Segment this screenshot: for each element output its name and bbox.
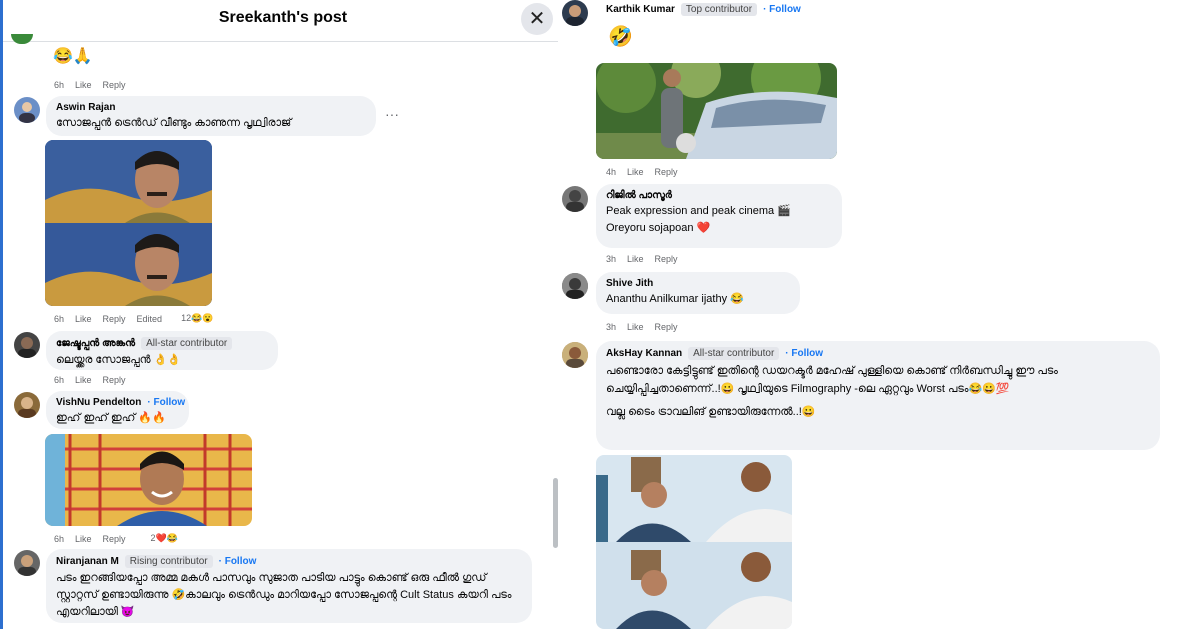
comment-time: 3h <box>606 322 617 332</box>
comment-time: 6h <box>54 375 65 385</box>
meme-image <box>596 455 792 629</box>
comment-emoji: 😂🙏 <box>53 48 93 65</box>
comment-bubble: Niranjanan M Rising contributor · Follow… <box>46 549 532 623</box>
reaction-count[interactable]: 2❤️😂 <box>151 533 178 544</box>
avatar-image <box>566 190 584 212</box>
avatar-image <box>19 102 35 123</box>
commenter-name[interactable]: AksHay Kannan <box>606 348 682 359</box>
avatar-image <box>566 5 584 26</box>
comment-actions: 6h Like Reply 2❤️😂 <box>54 533 178 544</box>
reply-link[interactable]: Reply <box>103 314 126 324</box>
contributor-badge: All-star contributor <box>141 337 233 350</box>
commenter-name[interactable]: റിജിൽ പാസൂർ <box>606 190 672 201</box>
comment-text: Ananthu Anilkumar ijathy 😂 <box>606 293 744 305</box>
follow-link[interactable]: · Follow <box>785 348 823 359</box>
comment-image[interactable] <box>596 63 837 159</box>
avatar[interactable] <box>14 550 40 576</box>
comment-time: 3h <box>606 254 617 264</box>
comment-text: സോജപ്പൻ ട്രെൻഡ് വീണ്ടും കാണുന്ന പൃഥ്വിരാ… <box>56 117 292 129</box>
like-link[interactable]: Like <box>627 254 644 264</box>
meme-image <box>45 434 252 526</box>
commenter-name[interactable]: Karthik Kumar <box>606 4 675 15</box>
commenter-name[interactable]: Aswin Rajan <box>56 102 115 113</box>
comment-actions: 4h Like Reply <box>606 167 678 177</box>
page-title: Sreekanth's post <box>218 9 348 26</box>
reaction-count[interactable]: 12😂😮 <box>181 313 213 324</box>
comment-text: പണ്ടൊരോ കേട്ടിട്ടുണ്ട് ഇതിന്റെ ഡയറക്ടർ മ… <box>606 365 1058 395</box>
comment-text: ഇഹ് ഇഹ് ഇഹ് 🔥🔥 <box>56 412 166 424</box>
follow-link[interactable]: · Follow <box>147 397 185 408</box>
comment-time: 4h <box>606 167 617 177</box>
follow-link[interactable]: · Follow <box>219 556 257 567</box>
contributor-badge: Top contributor <box>680 3 758 16</box>
comment-actions: 6h Like Reply <box>54 80 126 90</box>
like-link[interactable]: Like <box>75 375 92 385</box>
avatar[interactable] <box>14 392 40 418</box>
contributor-badge: All-star contributor <box>688 347 780 360</box>
like-link[interactable]: Like <box>627 167 644 177</box>
avatar[interactable] <box>562 273 588 299</box>
comment-bubble: AksHay Kannan All-star contributor · Fol… <box>596 341 1160 450</box>
comment-text: Peak expression and peak cinema 🎬 <box>606 205 791 217</box>
commenter-name[interactable]: ജേഷ്ടപ്പൻ അങ്കൻ <box>56 338 135 349</box>
reply-link[interactable]: Reply <box>103 375 126 385</box>
comment-image[interactable] <box>596 455 792 629</box>
avatar[interactable] <box>14 332 40 358</box>
post-comments-panel: Sreekanth's post ✕ 😂🙏 6h Like Reply Aswi… <box>0 0 558 629</box>
reply-link[interactable]: Reply <box>655 167 678 177</box>
reply-link[interactable]: Reply <box>655 322 678 332</box>
like-link[interactable]: Like <box>75 534 92 544</box>
meme-image <box>45 140 212 306</box>
comment-header: Karthik Kumar Top contributor · Follow <box>606 3 801 16</box>
contributor-badge: Rising contributor <box>124 555 213 568</box>
meme-image <box>596 63 837 159</box>
comment-text: ലെയ്ക്കര സോജപ്പൻ 👌👌 <box>56 354 182 366</box>
avatar-image <box>18 397 36 418</box>
comment-actions: 3h Like Reply <box>606 254 678 264</box>
comment-bubble: റിജിൽ പാസൂർ Peak expression and peak cin… <box>596 184 842 248</box>
follow-link[interactable]: · Follow <box>763 4 801 15</box>
comment-text: പടം ഇറങ്ങിയപ്പോ അമ്മ മകൾ പാസവും സുജാത പാ… <box>56 572 512 618</box>
close-button[interactable]: ✕ <box>521 3 553 35</box>
commenter-name[interactable]: Shive Jith <box>606 278 653 289</box>
more-options-icon[interactable]: ··· <box>385 106 399 122</box>
comment-bubble: ജേഷ്ടപ്പൻ അങ്കൻ All-star contributor ലെയ… <box>46 331 278 370</box>
avatar[interactable] <box>11 34 33 44</box>
post-header: Sreekanth's post ✕ <box>3 0 558 42</box>
like-link[interactable]: Like <box>75 80 92 90</box>
reply-link[interactable]: Reply <box>103 534 126 544</box>
comment-actions: 6h Like Reply <box>54 375 126 385</box>
comment-text: Oreyoru sojapoan ❤️ <box>606 222 711 234</box>
comment-emoji: 🤣 <box>608 26 633 48</box>
reply-link[interactable]: Reply <box>655 254 678 264</box>
comment-image[interactable] <box>45 140 212 306</box>
avatar-image <box>18 337 36 358</box>
comment-time: 6h <box>54 80 65 90</box>
commenter-name[interactable]: VishNu Pendelton <box>56 397 141 408</box>
avatar-image <box>562 342 588 368</box>
comment-image[interactable] <box>45 434 252 526</box>
reply-link[interactable]: Reply <box>103 80 126 90</box>
comments-continued-panel: Karthik Kumar Top contributor · Follow 🤣… <box>558 0 1200 629</box>
screenshot-root: Sreekanth's post ✕ 😂🙏 6h Like Reply Aswi… <box>0 0 1200 629</box>
comment-time: 6h <box>54 533 65 544</box>
comment-bubble: Shive Jith Ananthu Anilkumar ijathy 😂 <box>596 272 800 314</box>
close-icon: ✕ <box>528 8 546 30</box>
comment-text: വല്ല ടൈം ട്രാവലിങ് ഉണ്ടായിരുന്നേൽ..!😀 <box>606 406 816 418</box>
like-link[interactable]: Like <box>627 322 644 332</box>
avatar[interactable] <box>562 0 588 26</box>
avatar[interactable] <box>14 97 40 123</box>
avatar-image <box>18 555 36 576</box>
commenter-name[interactable]: Niranjanan M <box>56 556 119 567</box>
comment-time: 6h <box>54 313 65 324</box>
avatar[interactable] <box>562 186 588 212</box>
comment-actions: 3h Like Reply <box>606 322 678 332</box>
comment-bubble: Aswin Rajan സോജപ്പൻ ട്രെൻഡ് വീണ്ടും കാണു… <box>46 96 376 136</box>
comment-bubble: VishNu Pendelton · Follow ഇഹ് ഇഹ് ഇഹ് 🔥🔥 <box>46 391 189 429</box>
avatar[interactable] <box>562 342 588 368</box>
avatar-image <box>562 273 588 299</box>
edited-label: Edited <box>136 313 163 324</box>
like-link[interactable]: Like <box>75 314 92 324</box>
comment-actions: 6h Like Reply Edited 12😂😮 <box>54 313 214 324</box>
